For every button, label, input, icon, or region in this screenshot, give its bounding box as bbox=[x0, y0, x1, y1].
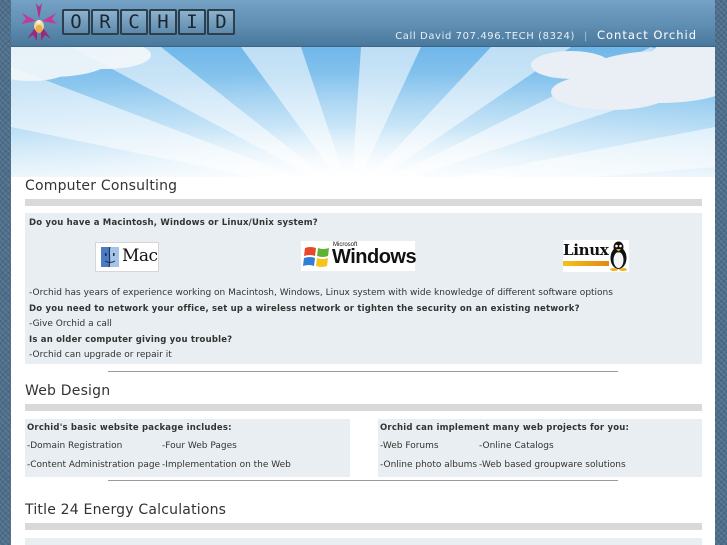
wordmark-letter: I bbox=[178, 9, 206, 35]
windows-logo: Microsoft Windows bbox=[301, 241, 417, 271]
webdesign-projects-heading: Orchid can implement many web projects f… bbox=[380, 423, 630, 433]
orchid-wordmark[interactable]: O R C H I D bbox=[62, 9, 235, 35]
windows-flag-icon bbox=[303, 247, 329, 267]
sky-banner-image bbox=[11, 47, 715, 177]
consulting-answer-os: -Orchid has years of experience working … bbox=[29, 288, 613, 298]
list-item: -Implementation on the Web bbox=[162, 460, 291, 470]
list-item: -Web based groupware solutions bbox=[479, 460, 626, 470]
wordmark-letter: O bbox=[62, 9, 90, 35]
page: O R C H I D Call David 707.496.TECH (832… bbox=[11, 0, 715, 545]
consulting-answer-network: -Give Orchid a call bbox=[29, 319, 112, 329]
section-divider-bar bbox=[25, 523, 702, 530]
section-divider-bar bbox=[25, 404, 702, 411]
orchid-flower-logo-icon[interactable] bbox=[19, 2, 59, 44]
list-item: -Web Forums bbox=[380, 441, 439, 451]
linux-logo-text: Linux bbox=[563, 241, 609, 259]
title24-panel bbox=[25, 538, 702, 545]
consulting-question-older: Is an older computer giving you trouble? bbox=[29, 335, 233, 345]
finder-face-icon bbox=[101, 247, 119, 267]
header-separator: | bbox=[583, 31, 588, 42]
mac-logo-text: Mac bbox=[122, 246, 158, 266]
mac-logo: Mac bbox=[95, 242, 159, 272]
consulting-question-os: Do you have a Macintosh, Windows or Linu… bbox=[29, 218, 318, 228]
section-divider-bar bbox=[25, 199, 702, 206]
section-title-webdesign: Web Design bbox=[25, 383, 111, 399]
section-title-consulting: Computer Consulting bbox=[25, 178, 178, 194]
section-title-title24: Title 24 Energy Calculations bbox=[25, 502, 227, 518]
list-item: -Four Web Pages bbox=[162, 441, 237, 451]
wordmark-letter: D bbox=[207, 9, 235, 35]
list-item: -Online photo albums bbox=[380, 460, 478, 470]
tux-penguin-icon bbox=[610, 241, 627, 271]
phone-text: Call David 707.496.TECH (8324) bbox=[395, 31, 575, 42]
linux-logo-underline bbox=[563, 261, 609, 266]
list-item: -Online Catalogs bbox=[479, 441, 554, 451]
list-item: -Content Administration page bbox=[27, 460, 161, 470]
linux-logo: Linux bbox=[563, 240, 629, 272]
list-item: -Domain Registration bbox=[27, 441, 123, 451]
site-header: O R C H I D Call David 707.496.TECH (832… bbox=[11, 0, 715, 47]
header-links: Call David 707.496.TECH (8324) | Contact O… bbox=[395, 28, 697, 42]
consulting-answer-older: -Orchid can upgrade or repair it bbox=[29, 350, 172, 360]
section-rule bbox=[108, 480, 618, 481]
contact-link[interactable]: Contact Orchid bbox=[597, 28, 697, 42]
wordmark-letter: C bbox=[120, 9, 148, 35]
wordmark-letter: H bbox=[149, 9, 177, 35]
wordmark-letter: R bbox=[91, 9, 119, 35]
webdesign-package-heading: Orchid's basic website package includes: bbox=[27, 423, 232, 433]
windows-logo-text: Windows bbox=[332, 246, 417, 268]
consulting-question-network: Do you need to network your office, set … bbox=[29, 304, 580, 314]
section-rule bbox=[108, 371, 618, 372]
